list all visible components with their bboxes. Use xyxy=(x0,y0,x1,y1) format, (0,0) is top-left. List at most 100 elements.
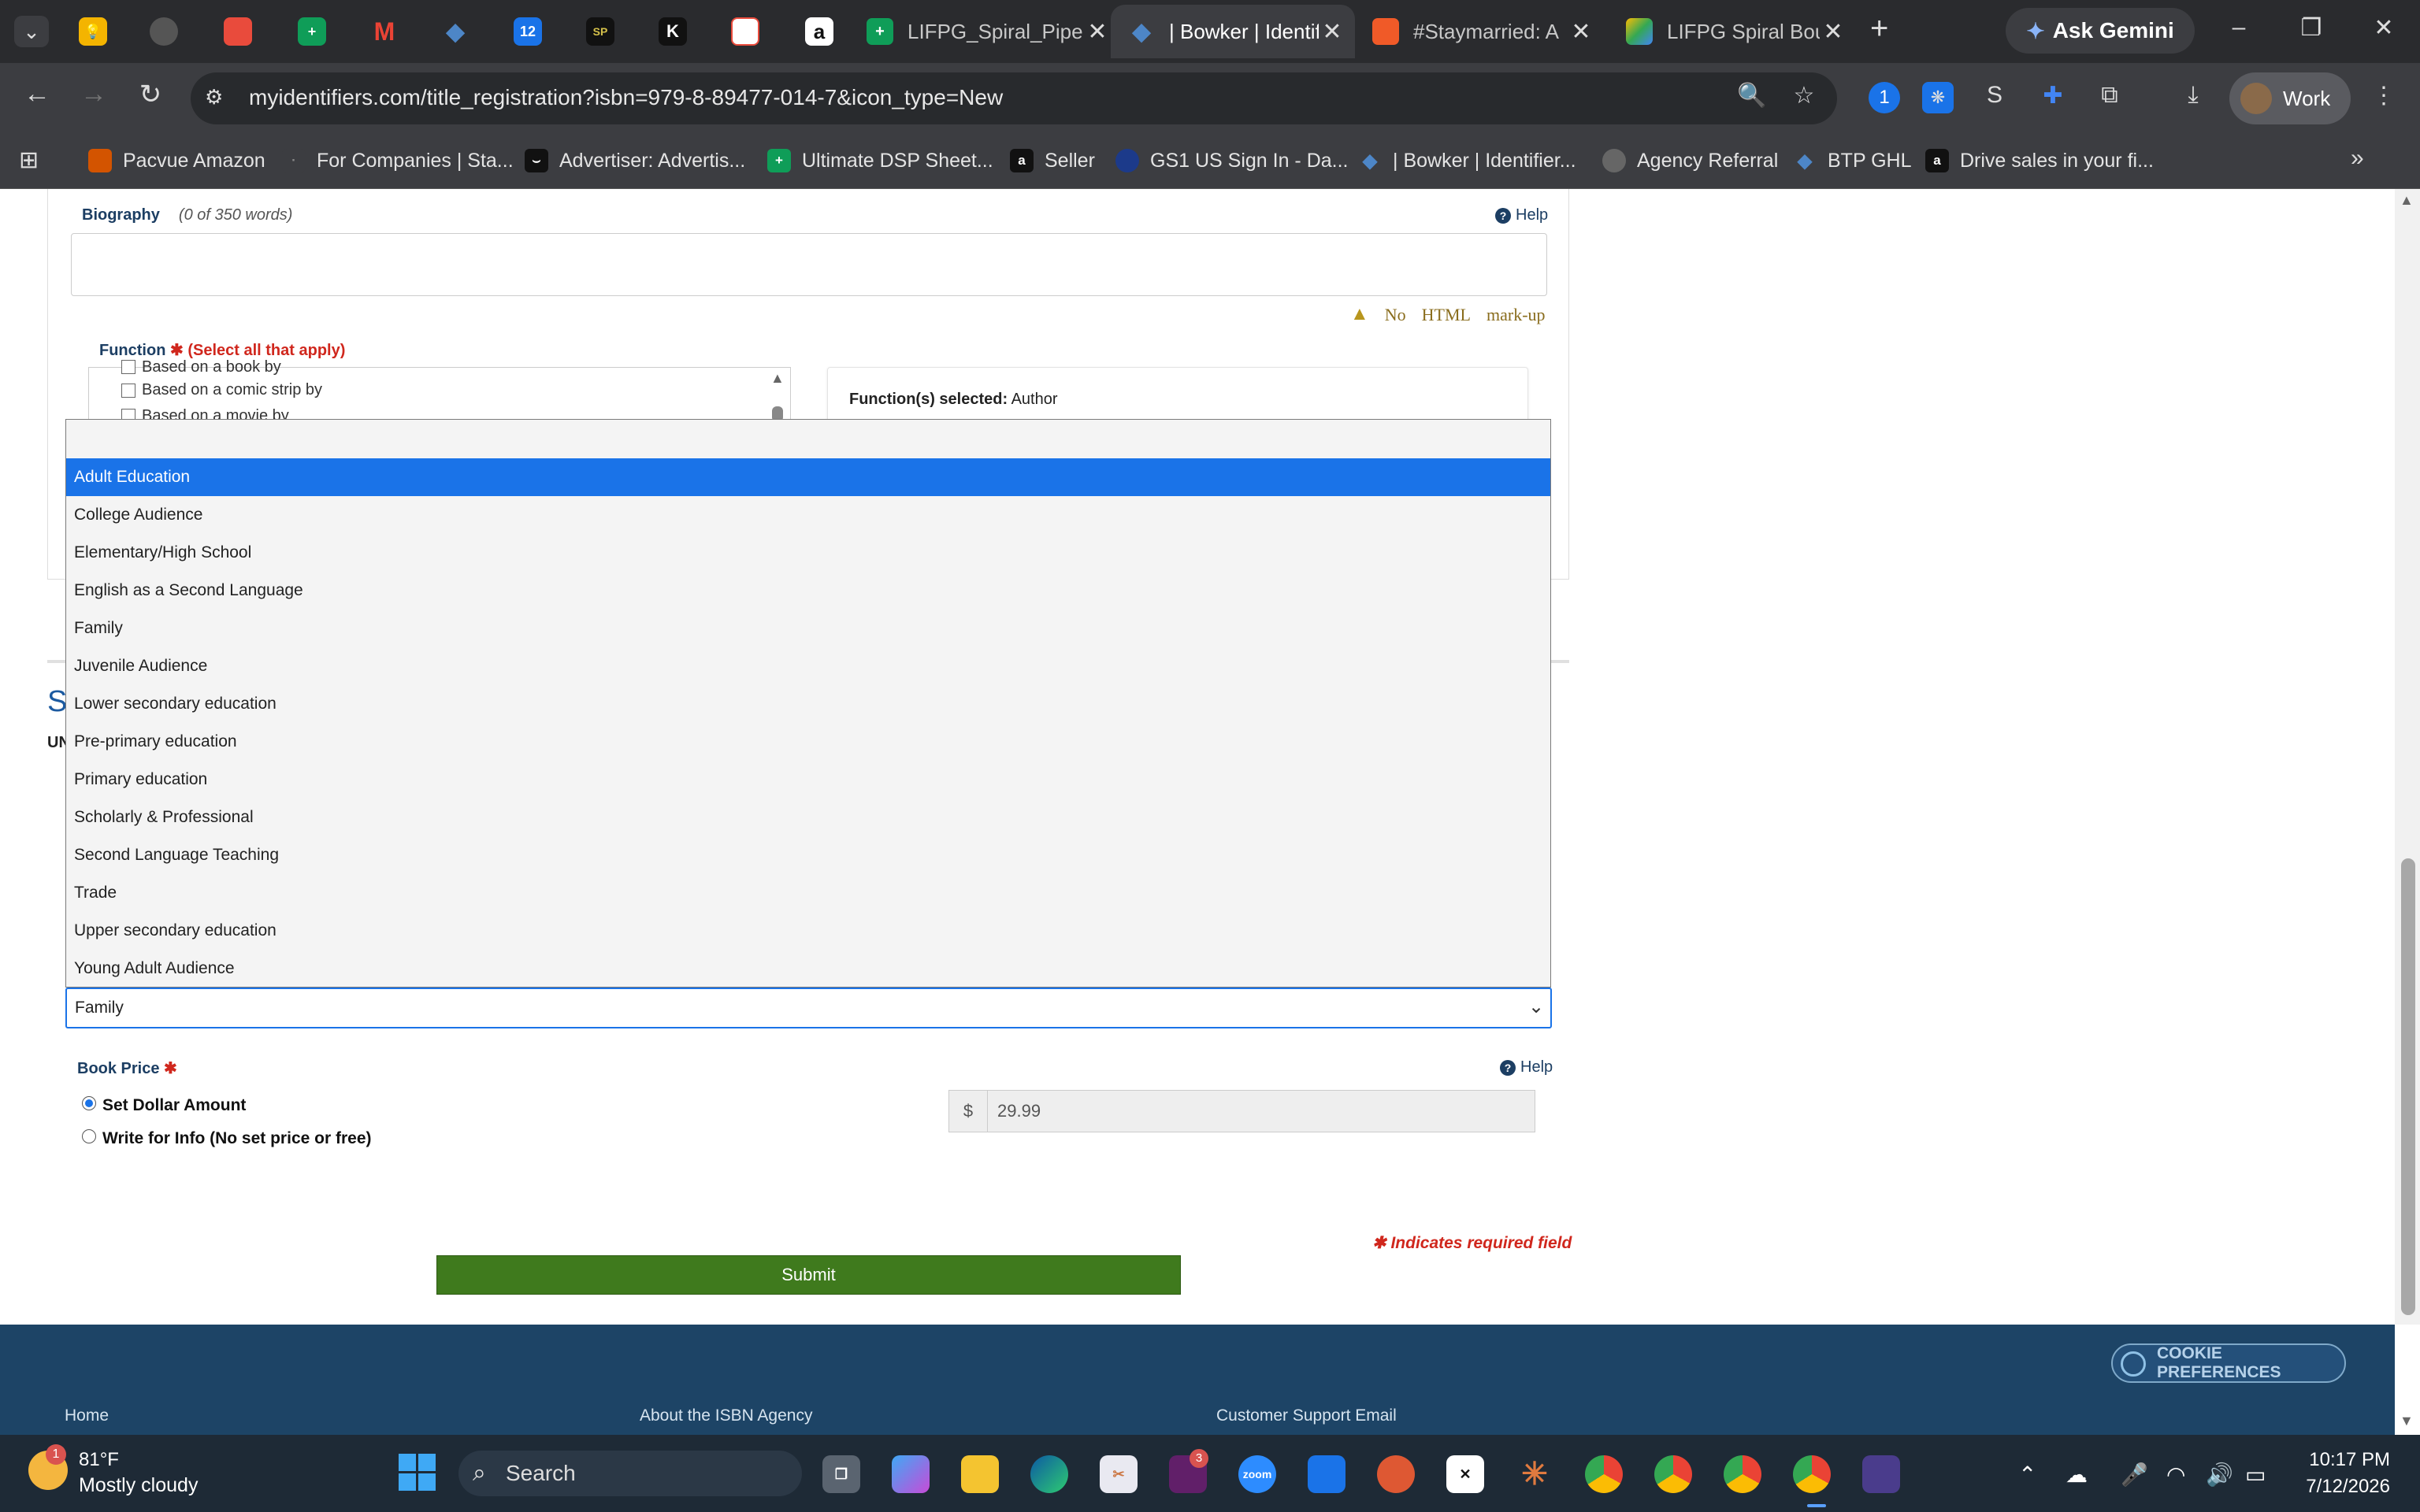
bookmark-for-companies[interactable]: · For Companies | Sta... xyxy=(282,145,514,176)
biography-textarea[interactable] xyxy=(71,233,1547,296)
audience-option-blank[interactable] xyxy=(66,420,1550,458)
audience-option[interactable]: Juvenile Audience xyxy=(66,647,1550,685)
capcut-icon[interactable]: ✕ xyxy=(1446,1455,1484,1493)
profile-button[interactable]: Work xyxy=(2229,72,2351,124)
weather-temperature[interactable]: 81°F xyxy=(79,1449,119,1471)
ask-gemini-button[interactable]: ✦ Ask Gemini xyxy=(2006,8,2195,54)
taskbar-time[interactable]: 10:17 PM xyxy=(2296,1449,2390,1471)
battery-icon[interactable]: ▭ xyxy=(2245,1462,2266,1488)
tab-lifpg-spiral-pipe[interactable]: + LIFPG_Spiral_Pipe ✕ xyxy=(867,5,1111,58)
checkbox[interactable] xyxy=(121,383,135,398)
bookmark-gs1[interactable]: GS1 US Sign In - Da... xyxy=(1115,145,1349,176)
extension-gear-icon[interactable]: ❋ xyxy=(1922,82,1954,113)
calendar-favicon-icon[interactable]: 12 xyxy=(514,17,542,46)
extension-s-icon[interactable]: S xyxy=(1979,82,2010,113)
function-option[interactable]: Based on a comic strip by xyxy=(121,381,322,399)
zoom-icon[interactable]: zoom xyxy=(1238,1455,1276,1493)
audience-option[interactable]: Young Adult Audience xyxy=(66,950,1550,988)
asana2-favicon-icon[interactable] xyxy=(731,17,759,46)
scroll-up-arrow-icon[interactable]: ▲ xyxy=(2400,192,2414,209)
audience-option[interactable]: English as a Second Language xyxy=(66,572,1550,610)
taskbar-search[interactable]: ⌕ Search xyxy=(458,1451,802,1496)
bookmark-pacvue[interactable]: Pacvue Amazon xyxy=(88,145,265,176)
audience-option[interactable]: Elementary/High School xyxy=(66,534,1550,572)
extension-plus-icon[interactable]: ✚ xyxy=(2037,82,2069,113)
scroll-down-arrow-icon[interactable]: ▼ xyxy=(2400,1413,2414,1429)
forward-icon[interactable]: → xyxy=(74,79,113,109)
chevron-down-icon[interactable]: ⌄ xyxy=(1528,995,1544,1018)
password-manager-icon[interactable]: 1 xyxy=(1869,82,1900,113)
bookmark-agency-referral[interactable]: Agency Referral xyxy=(1602,145,1778,176)
wifi-icon[interactable]: ◠ xyxy=(2166,1462,2185,1488)
bulb-favicon-icon[interactable]: 💡 xyxy=(79,17,107,46)
checkbox[interactable] xyxy=(121,360,135,374)
audience-option[interactable]: Family xyxy=(66,610,1550,647)
close-window-icon[interactable]: ✕ xyxy=(2366,14,2401,42)
tab-search-chevron-icon[interactable]: ⌄ xyxy=(14,16,49,47)
zoom-magnifier-icon[interactable]: 🔍 xyxy=(1736,82,1768,113)
tab-bowker[interactable]: ◆ | Bowker | Identif ✕ xyxy=(1111,5,1355,58)
site-info-icon[interactable]: ⚙ xyxy=(205,85,223,109)
book-price-help-link[interactable]: ? Help xyxy=(1500,1058,1553,1077)
audience-option[interactable]: Trade xyxy=(66,874,1550,912)
url-text[interactable]: myidentifiers.com/title_registration?isb… xyxy=(249,85,1003,110)
download-icon[interactable]: ⤓ xyxy=(2177,82,2209,113)
set-dollar-radio[interactable] xyxy=(82,1096,96,1110)
bookmark-seller[interactable]: a Seller xyxy=(1010,145,1095,176)
bookmark-drive-sales[interactable]: a Drive sales in your fi... xyxy=(1925,145,2154,176)
copilot-icon[interactable] xyxy=(892,1455,930,1493)
back-icon[interactable]: ← xyxy=(17,79,57,109)
set-dollar-label[interactable]: Set Dollar Amount xyxy=(102,1096,246,1115)
new-tab-plus-icon[interactable]: + xyxy=(1870,11,1888,46)
claude-icon[interactable]: ✳ xyxy=(1516,1455,1553,1493)
chrome-profile-3-icon[interactable] xyxy=(1724,1455,1761,1493)
taskbar-date[interactable]: 7/12/2026 xyxy=(2285,1476,2390,1498)
function-option[interactable]: Based on a book by xyxy=(121,359,281,375)
chrome-profile-1-icon[interactable] xyxy=(1585,1455,1623,1493)
bookmark-ultimate-dsp[interactable]: + Ultimate DSP Sheet... xyxy=(767,145,993,176)
asana-favicon-icon[interactable] xyxy=(224,17,252,46)
chrome-active-icon[interactable] xyxy=(1793,1455,1831,1493)
k-favicon-icon[interactable]: K xyxy=(659,17,687,46)
chrome-profile-2-icon[interactable] xyxy=(1654,1455,1692,1493)
weather-description[interactable]: Mostly cloudy xyxy=(79,1474,198,1497)
sheets-favicon-icon[interactable]: + xyxy=(298,17,326,46)
audience-option[interactable]: Lower secondary education xyxy=(66,685,1550,723)
cookie-preferences-button[interactable]: COOKIE PREFERENCES xyxy=(2111,1343,2346,1383)
footer-link-support[interactable]: Customer Support Email xyxy=(1216,1406,1397,1425)
restore-icon[interactable]: ❐ xyxy=(2294,14,2329,42)
biography-help-link[interactable]: ? Help xyxy=(1495,206,1548,224)
close-tab-icon[interactable]: ✕ xyxy=(1319,18,1345,46)
write-for-info-label[interactable]: Write for Info (No set price or free) xyxy=(102,1129,372,1148)
windows-start-icon[interactable] xyxy=(399,1454,436,1492)
microsoft-store-icon[interactable] xyxy=(1308,1455,1345,1493)
microphone-icon[interactable]: 🎤 xyxy=(2121,1462,2148,1488)
audience-option[interactable]: Adult Education xyxy=(66,458,1550,496)
close-tab-icon[interactable]: ✕ xyxy=(1820,18,1847,46)
amazon-favicon-icon[interactable]: a xyxy=(805,17,833,46)
duckduckgo-icon[interactable] xyxy=(1377,1455,1415,1493)
bookmark-star-icon[interactable]: ☆ xyxy=(1788,82,1820,113)
more-bookmarks-chevron-icon[interactable]: » xyxy=(2351,145,2364,172)
listbox-scroll-up-icon[interactable]: ▲ xyxy=(770,370,785,387)
audience-select[interactable]: Family xyxy=(65,988,1552,1028)
audience-option[interactable]: Second Language Teaching xyxy=(66,836,1550,874)
submit-button[interactable]: Submit xyxy=(436,1255,1181,1295)
volume-icon[interactable]: 🔊 xyxy=(2206,1462,2233,1488)
audience-option[interactable]: Pre-primary education xyxy=(66,723,1550,761)
extensions-puzzle-icon[interactable]: ⧉ xyxy=(2094,82,2125,113)
bookmark-btp-ghl[interactable]: ◆ BTP GHL xyxy=(1793,145,1912,176)
tray-chevron-up-icon[interactable]: ⌃ xyxy=(2018,1462,2036,1488)
scrollbar-thumb[interactable] xyxy=(2401,858,2415,1315)
menu-kebab-icon[interactable]: ⋮ xyxy=(2368,82,2400,113)
price-input[interactable]: 29.99 xyxy=(987,1090,1535,1132)
apps-grid-icon[interactable]: ⊞ xyxy=(19,146,39,174)
onedrive-icon[interactable]: ☁ xyxy=(2066,1462,2088,1488)
audience-option[interactable]: College Audience xyxy=(66,496,1550,534)
audience-option[interactable]: Scholarly & Professional xyxy=(66,799,1550,836)
edge-icon[interactable] xyxy=(1030,1455,1068,1493)
close-tab-icon[interactable]: ✕ xyxy=(1568,18,1594,46)
globe-favicon-icon[interactable] xyxy=(150,17,178,46)
snipping-tool-icon[interactable]: ✂ xyxy=(1100,1455,1138,1493)
tab-staymarried[interactable]: #Staymarried: A ✕ xyxy=(1372,5,1594,58)
